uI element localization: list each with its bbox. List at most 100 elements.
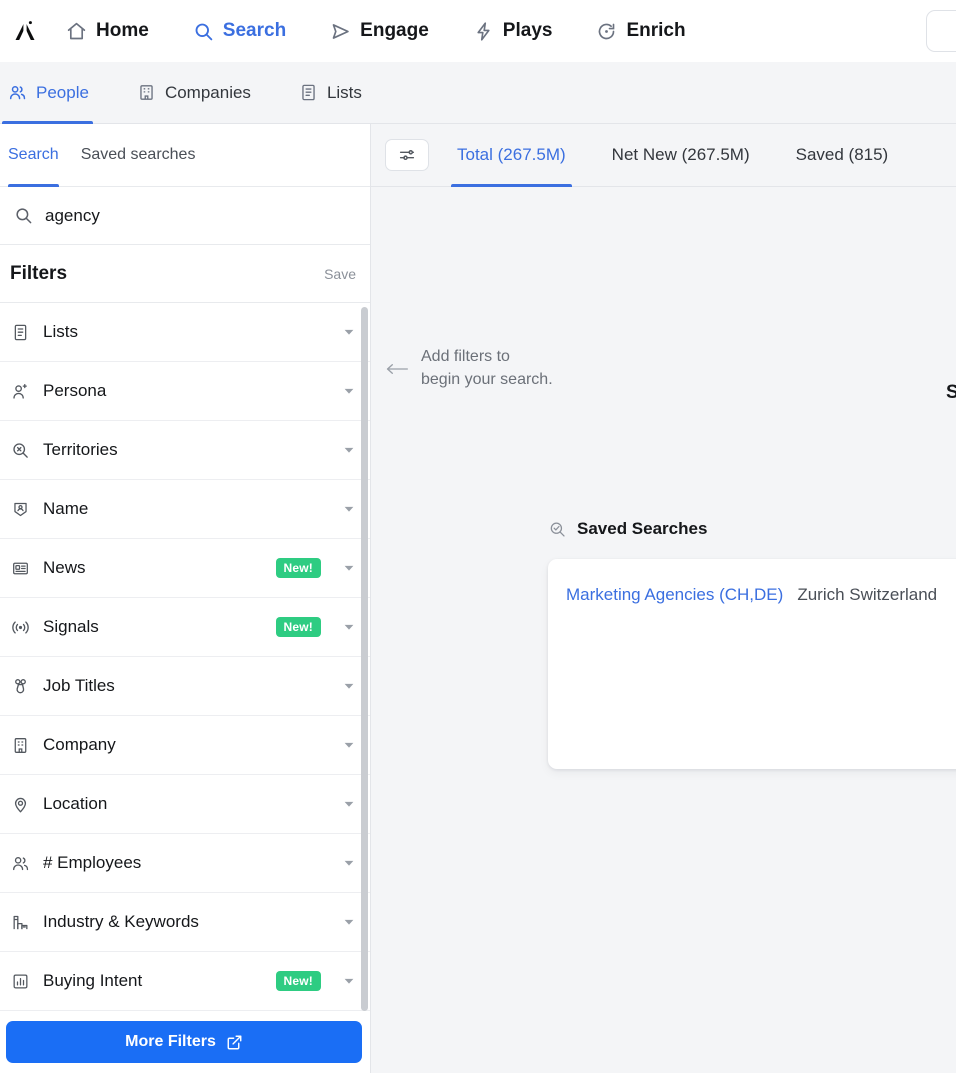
nav-label: Search: [222, 20, 287, 41]
tab-label: Lists: [326, 82, 362, 102]
filters-scroll-area: Lists Persona Territories Name News New!…: [0, 303, 370, 1015]
saved-searches-header: Saved Searches: [548, 519, 956, 539]
building-icon: [10, 736, 30, 755]
chevron-down-icon[interactable]: [342, 915, 356, 929]
tab-lists[interactable]: Lists: [295, 62, 384, 124]
filter-label: Industry & Keywords: [43, 912, 199, 931]
tab-net-new[interactable]: Net New (267.5M): [610, 124, 752, 187]
list-icon: [299, 83, 318, 102]
sidebar-tab-label: Search: [8, 146, 59, 163]
filter-label: Job Titles: [43, 676, 115, 695]
location-pin-icon: [10, 795, 30, 814]
chevron-down-icon[interactable]: [342, 738, 356, 752]
scrollbar-thumb[interactable]: [361, 307, 368, 1011]
save-filters-button[interactable]: Save: [324, 266, 356, 282]
people-icon: [8, 83, 27, 102]
filter-row-territories[interactable]: Territories: [0, 421, 370, 480]
hint-line-2: begin your search.: [421, 370, 553, 388]
main-content: Total (267.5M) Net New (267.5M) Saved (8…: [371, 124, 956, 1073]
tab-label: Total (267.5M): [457, 145, 566, 164]
filter-row-buying-intent[interactable]: Buying Intent New!: [0, 952, 370, 1011]
filter-row-job-titles[interactable]: Job Titles: [0, 657, 370, 716]
external-link-icon: [226, 1034, 243, 1051]
app-root: Home Search Engage Plays Enrich People C…: [0, 0, 956, 1073]
tab-people[interactable]: People: [0, 62, 111, 124]
filter-label: Territories: [43, 440, 118, 459]
filter-row-company[interactable]: Company: [0, 716, 370, 775]
filter-row-location[interactable]: Location: [0, 775, 370, 834]
filter-label: Persona: [43, 381, 107, 400]
filter-row-industry-keywords[interactable]: Industry & Keywords: [0, 893, 370, 952]
filter-toggle-button[interactable]: [385, 139, 429, 171]
nav-item-search[interactable]: Search: [170, 0, 309, 62]
sidebar-tab-bar: Search Saved searches: [0, 124, 370, 187]
chevron-down-icon[interactable]: [342, 502, 356, 516]
more-filters-button[interactable]: More Filters: [6, 1021, 362, 1063]
search-icon: [14, 206, 33, 225]
new-badge: New!: [275, 971, 321, 991]
nav-item-engage[interactable]: Engage: [308, 0, 451, 62]
nav-item-enrich[interactable]: Enrich: [574, 0, 707, 62]
chevron-down-icon[interactable]: [342, 325, 356, 339]
filter-row-news[interactable]: News New!: [0, 539, 370, 598]
sidebar-tab-saved-searches[interactable]: Saved searches: [81, 124, 196, 187]
nav-item-home[interactable]: Home: [44, 0, 171, 62]
empty-state-text: Add filters to begin your search.: [421, 346, 553, 391]
filter-row-signals[interactable]: Signals New!: [0, 598, 370, 657]
job-title-icon: [10, 677, 30, 696]
search-input[interactable]: [45, 205, 356, 226]
filter-row-lists[interactable]: Lists: [0, 303, 370, 362]
filter-label: Lists: [43, 322, 78, 341]
chevron-down-icon[interactable]: [342, 620, 356, 634]
filter-label: Buying Intent: [43, 971, 143, 990]
new-badge: New!: [275, 617, 321, 637]
filters-list: Lists Persona Territories Name News New!…: [0, 303, 370, 1011]
saved-search-name[interactable]: Marketing Agencies (CH,DE): [566, 585, 783, 605]
filters-title: Filters: [10, 262, 68, 284]
filters-scrollbar[interactable]: [361, 307, 368, 1011]
chevron-down-icon[interactable]: [342, 679, 356, 693]
tab-total[interactable]: Total (267.5M): [451, 124, 572, 187]
filter-row-num-employees[interactable]: # Employees: [0, 834, 370, 893]
refresh-icon: [596, 21, 617, 42]
tab-label: Net New (267.5M): [611, 145, 750, 164]
sidebar-tab-label: Saved searches: [80, 146, 196, 163]
filters-header: Filters Save: [0, 245, 370, 303]
sliders-icon: [398, 146, 416, 164]
results-tab-bar: Total (267.5M) Net New (267.5M) Saved (8…: [371, 124, 956, 187]
nav-right-action-button[interactable]: [926, 10, 956, 52]
filter-row-persona[interactable]: Persona: [0, 362, 370, 421]
chevron-down-icon[interactable]: [342, 797, 356, 811]
chevron-down-icon[interactable]: [342, 443, 356, 457]
nav-label: Enrich: [626, 20, 686, 41]
building-icon: [137, 83, 156, 102]
saved-search-icon: [548, 520, 567, 539]
filter-label: Company: [43, 735, 116, 754]
chevron-down-icon[interactable]: [342, 856, 356, 870]
news-icon: [10, 559, 30, 578]
chevron-down-icon[interactable]: [342, 561, 356, 575]
home-icon: [66, 21, 87, 42]
entity-tabs: People Companies Lists: [0, 62, 956, 124]
filter-row-name[interactable]: Name: [0, 480, 370, 539]
nav-label: Plays: [502, 20, 553, 41]
apollo-logo[interactable]: [0, 0, 44, 62]
filters-sidebar: Search Saved searches Filters Save: [0, 124, 371, 1073]
cutoff-heading: S: [946, 382, 956, 403]
chevron-down-icon[interactable]: [342, 384, 356, 398]
chevron-down-icon[interactable]: [342, 974, 356, 988]
tab-companies[interactable]: Companies: [133, 62, 273, 124]
apollo-logo-icon: [15, 21, 35, 40]
nav-item-plays[interactable]: Plays: [451, 0, 575, 62]
saved-search-row[interactable]: Marketing Agencies (CH,DE) Zurich Switze…: [548, 581, 956, 609]
people-icon: [10, 854, 30, 873]
tab-saved[interactable]: Saved (815): [794, 124, 891, 187]
filter-label: Signals: [43, 617, 99, 636]
search-icon: [193, 21, 214, 42]
hint-line-1: Add filters to: [421, 348, 510, 365]
sidebar-tab-search[interactable]: Search: [8, 124, 59, 187]
industry-icon: [10, 913, 30, 932]
new-badge: New!: [275, 558, 321, 578]
arrow-left-icon: [385, 361, 409, 377]
